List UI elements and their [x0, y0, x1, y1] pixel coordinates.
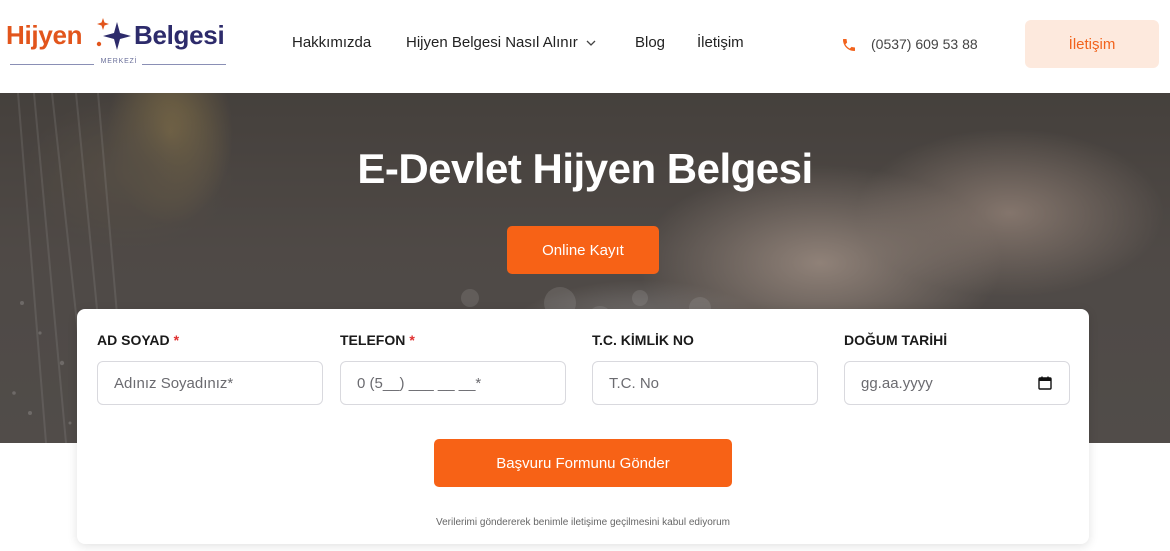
field-label: T.C. KİMLİK NO: [592, 332, 694, 348]
field-tc-kimlik: T.C. KİMLİK NO: [592, 332, 818, 405]
field-telefon: TELEFON *: [340, 332, 566, 405]
required-mark: *: [409, 332, 415, 348]
logo-word-belgesi: Belgesi: [134, 20, 225, 50]
site-header: Hijyen Belgesi MERKEZİ Hakkımızda Hijyen…: [0, 0, 1170, 93]
nav-item-iletisim[interactable]: İletişim: [697, 34, 744, 51]
nav-item-hakkimizda[interactable]: Hakkımızda: [292, 34, 371, 51]
field-label: TELEFON *: [340, 332, 566, 350]
consent-text: Verilerimi göndererek benimle iletişime …: [435, 517, 730, 528]
logo-divider: [142, 64, 226, 65]
field-label: DOĞUM TARİHİ: [844, 332, 948, 348]
site-logo[interactable]: Hijyen Belgesi MERKEZİ: [6, 14, 226, 74]
logo-subtitle: MERKEZİ: [10, 58, 226, 70]
logo-divider: [10, 64, 94, 65]
required-mark: *: [173, 332, 180, 348]
logo-word-hijyen: Hijyen: [6, 20, 83, 50]
phone-number: (0537) 609 53 88: [871, 36, 978, 52]
phone-input[interactable]: [340, 361, 566, 405]
field-ad-soyad: AD SOYAD *: [97, 332, 323, 405]
header-contact-button[interactable]: İletişim: [1025, 20, 1159, 68]
nav-item-label: Hijyen Belgesi Nasıl Alınır: [406, 34, 578, 51]
tc-input[interactable]: [592, 361, 818, 405]
label-text: TELEFON: [340, 332, 406, 348]
hero-title: E-Devlet Hijyen Belgesi: [357, 145, 813, 192]
calendar-icon[interactable]: [1038, 376, 1052, 390]
logo-subtitle-text: MERKEZİ: [100, 58, 138, 65]
nav-item-blog[interactable]: Blog: [635, 34, 665, 51]
birthdate-input[interactable]: [844, 361, 1070, 405]
application-form: AD SOYAD* TELEFON* T.C. KİMLİK NO DOĞUM …: [77, 309, 1089, 544]
phone-icon: [843, 39, 855, 51]
online-kayit-button[interactable]: Online Kayıt: [507, 226, 659, 274]
field-dogum-tarihi: DOĞUM TARİHİ: [844, 332, 1070, 405]
nav-item-nasil-alinir[interactable]: Hijyen Belgesi Nasıl Alınır: [406, 34, 596, 51]
field-label: AD SOYAD *: [97, 332, 323, 350]
label-text: AD SOYAD: [97, 332, 170, 348]
submit-application-button[interactable]: Başvuru Formunu Gönder: [434, 439, 732, 487]
name-input[interactable]: [97, 361, 323, 405]
star-sparkle-icon: [96, 18, 131, 50]
chevron-down-icon: [586, 38, 596, 50]
